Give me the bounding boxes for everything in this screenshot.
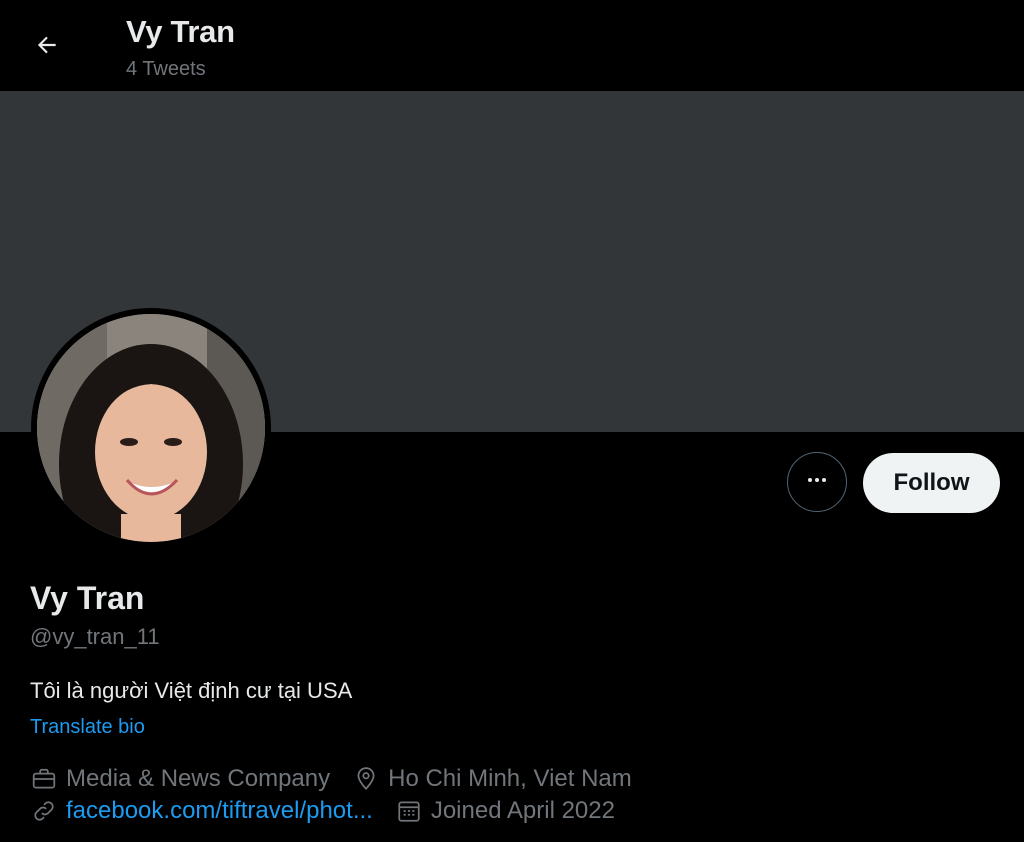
tweet-count: 4 Tweets xyxy=(126,58,206,80)
back-button[interactable] xyxy=(28,28,66,66)
joined-text: Joined April 2022 xyxy=(430,797,615,824)
header-title: Vy Tran xyxy=(126,14,235,49)
avatar[interactable] xyxy=(37,314,265,542)
ellipsis-icon xyxy=(805,468,829,497)
profile-meta-row-2: facebook.com/tiftravel/phot... Joined Ap… xyxy=(30,797,637,825)
arrow-left-icon xyxy=(34,32,60,63)
location-item: Ho Chi Minh, Viet Nam xyxy=(352,765,632,793)
link-icon xyxy=(30,797,58,825)
website-item: facebook.com/tiftravel/phot... xyxy=(30,797,373,825)
profile-meta-row-1: Media & News Company Ho Chi Minh, Viet N… xyxy=(30,765,654,793)
category-item: Media & News Company xyxy=(30,765,330,793)
follow-button[interactable]: Follow xyxy=(863,453,1000,513)
joined-item: Joined April 2022 xyxy=(395,797,615,825)
translate-bio-link[interactable]: Translate bio xyxy=(30,716,145,739)
category-text: Media & News Company xyxy=(66,765,331,792)
briefcase-icon xyxy=(30,765,58,793)
calendar-icon xyxy=(395,797,423,825)
top-bar: Vy Tran 4 Tweets xyxy=(0,0,1024,91)
bio-text: Tôi là người Việt định cư tại USA xyxy=(30,678,353,703)
more-options-button[interactable] xyxy=(787,452,847,512)
display-name: Vy Tran xyxy=(30,580,145,616)
location-text: Ho Chi Minh, Viet Nam xyxy=(388,765,632,792)
profile-page: Vy Tran 4 Tweets Follow Vy Tran @vy_tran… xyxy=(0,0,1024,842)
map-pin-icon xyxy=(352,765,380,793)
avatar-border xyxy=(31,308,271,548)
website-link[interactable]: facebook.com/tiftravel/phot... xyxy=(66,797,373,825)
user-handle: @vy_tran_11 xyxy=(30,624,160,649)
